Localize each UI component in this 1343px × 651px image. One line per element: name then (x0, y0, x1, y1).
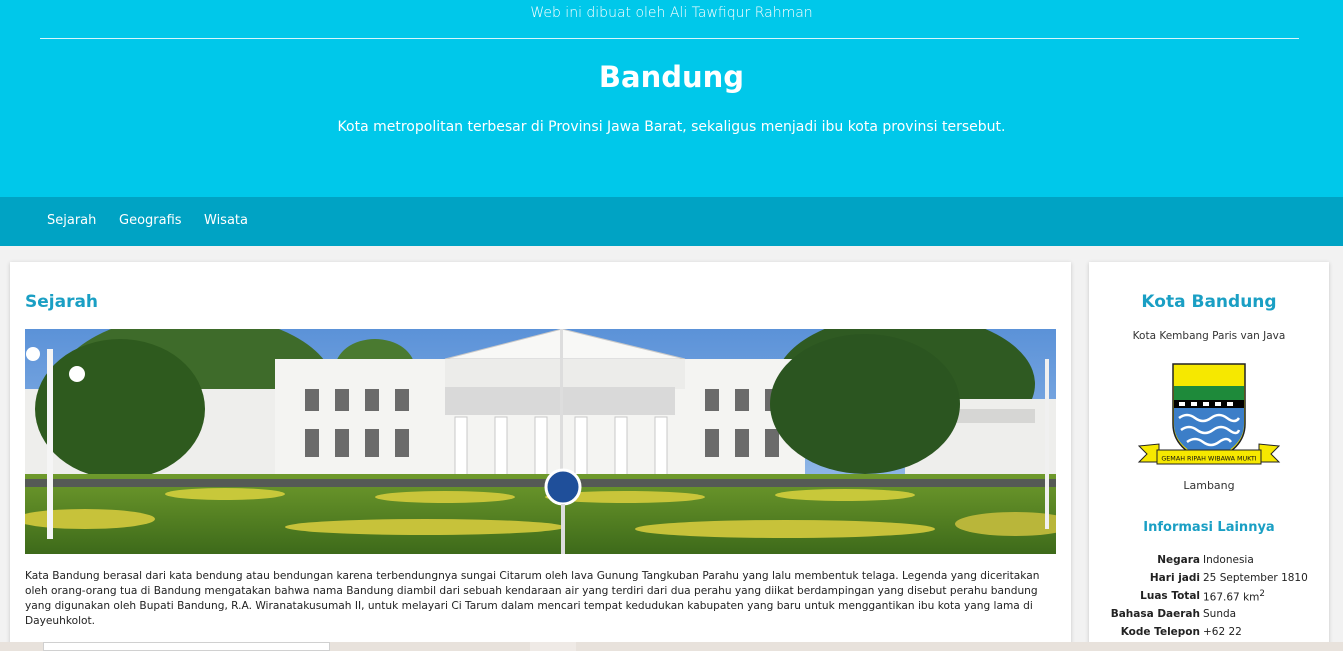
info-row: Kode Telepon +62 22 (1109, 623, 1329, 641)
nav-item-wisata[interactable]: Wisata (204, 213, 248, 228)
page-subtitle: Kota metropolitan terbesar di Provinsi J… (337, 119, 1006, 135)
city-infobox: Kota Bandung Kota Kembang Paris van Java… (1089, 262, 1329, 651)
info-key: Negara (1157, 554, 1200, 566)
section-title: Sejarah (25, 292, 99, 312)
main-nav: Sejarah Geografis Wisata (0, 197, 1343, 246)
author-credit: Web ini dibuat oleh Ali Tawfiqur Rahman (530, 5, 813, 21)
history-paragraph: Kata Bandung berasal dari kata bendung a… (25, 570, 1040, 627)
info-key: Hari jadi (1149, 572, 1200, 584)
info-value: Indonesia (1203, 554, 1254, 566)
nav-item-sejarah[interactable]: Sejarah (47, 213, 96, 228)
page-title: Bandung (598, 60, 745, 94)
gedung-sate-photo (25, 329, 1056, 554)
emblem-motto: GEMAH RIPAH WIBAWA MUKTI (1161, 455, 1256, 463)
area-superscript: 2 (1259, 588, 1265, 599)
site-header: Web ini dibuat oleh Ali Tawfiqur Rahman … (0, 0, 1343, 197)
history-article: Sejarah Kata Bandung berasal dari kata b… (10, 262, 1071, 651)
taskbar-search-field[interactable] (43, 642, 330, 651)
info-value-area: 167.67 km2 (1203, 587, 1329, 605)
info-value: 25 September 1810 (1203, 572, 1308, 584)
info-table: Negara Indonesia Hari jadi 25 September … (1109, 551, 1329, 641)
info-row: Hari jadi 25 September 1810 (1109, 569, 1329, 587)
nav-item-geografis[interactable]: Geografis (119, 213, 182, 228)
info-key: Kode Telepon (1120, 626, 1200, 638)
header-divider (40, 38, 1299, 39)
info-heading: Informasi Lainnya (1143, 520, 1275, 535)
info-row: Bahasa Daerah Sunda (1109, 605, 1329, 623)
taskbar-strip (0, 642, 1343, 651)
info-key: Bahasa Daerah (1110, 608, 1200, 620)
city-emblem-image: GEMAH RIPAH WIBAWA MUKTI (1137, 362, 1281, 470)
area-number: 167.67 km (1203, 591, 1260, 604)
city-nickname: Kota Kembang Paris van Java (1132, 330, 1286, 342)
infobox-title: Kota Bandung (1141, 292, 1277, 312)
info-row: Luas Total 167.67 km2 (1109, 587, 1329, 605)
taskbar-button[interactable] (530, 642, 576, 651)
info-row: Negara Indonesia (1109, 551, 1329, 569)
info-value: Sunda (1203, 608, 1237, 620)
info-value: +62 22 (1203, 626, 1242, 638)
info-key: Luas Total (1140, 590, 1200, 602)
emblem-caption: Lambang (1183, 479, 1235, 492)
